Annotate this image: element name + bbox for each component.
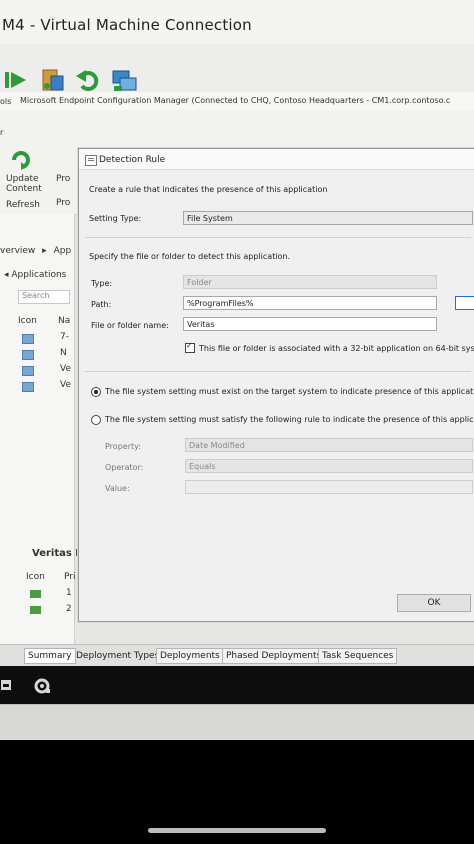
details-col-priority[interactable]: Pri xyxy=(64,572,75,582)
ribbon-tab[interactable]: r xyxy=(0,128,3,137)
32bit-checkbox-label: This file or folder is associated with a… xyxy=(199,344,474,353)
specify-text: Specify the file or folder to detect thi… xyxy=(89,252,291,261)
sccm-window-title: Microsoft Endpoint Configuration Manager… xyxy=(20,96,451,105)
application-icon xyxy=(22,382,34,392)
app-row-1[interactable]: 7- xyxy=(60,332,69,342)
applications-label: Applications xyxy=(11,270,67,280)
file-or-folder-name-input[interactable]: Veritas xyxy=(183,317,437,331)
value-input[interactable] xyxy=(185,480,473,494)
refresh-label[interactable]: Refresh xyxy=(6,200,40,210)
tab-phased-deployments[interactable]: Phased Deployments xyxy=(222,648,326,664)
col-name-header[interactable]: Na xyxy=(58,316,70,326)
property-label: Property: xyxy=(105,442,141,451)
vm-title-bar: M4 - Virtual Machine Connection xyxy=(0,0,474,44)
path-input[interactable]: %ProgramFiles% xyxy=(183,296,437,310)
application-icon xyxy=(22,366,34,376)
divider xyxy=(85,237,471,238)
breadcrumb-arrow-icon: ▸ xyxy=(42,246,47,256)
type-select[interactable]: Folder xyxy=(183,275,437,289)
enhanced-session-icon[interactable] xyxy=(110,66,138,94)
file-or-folder-name-label: File or folder name: xyxy=(91,321,169,330)
vm-window-title: M4 - Virtual Machine Connection xyxy=(2,16,252,34)
details-col-icon[interactable]: Icon xyxy=(26,572,45,582)
application-icon xyxy=(22,350,34,360)
app-row-2[interactable]: N xyxy=(60,348,67,358)
vm-toolbar xyxy=(0,44,474,93)
value-label: Value: xyxy=(105,484,130,493)
breadcrumb: verview ▸ App xyxy=(0,246,71,256)
breadcrumb-applications[interactable]: App xyxy=(54,246,72,256)
details-title: Veritas N xyxy=(32,548,84,559)
start-icon[interactable] xyxy=(2,66,30,94)
deployment-type-icon xyxy=(30,606,41,614)
vm-status-bar xyxy=(0,704,474,740)
32bit-checkbox[interactable] xyxy=(185,341,195,353)
deployment-type-icon xyxy=(30,590,41,598)
update-content-line1[interactable]: Update xyxy=(6,174,39,184)
col-icon-header[interactable]: Icon xyxy=(18,316,37,326)
exist-radio[interactable] xyxy=(91,387,101,397)
browse-button[interactable] xyxy=(455,296,474,310)
app-row-3[interactable]: Ve xyxy=(60,364,71,374)
tab-summary[interactable]: Summary xyxy=(24,648,76,664)
operator-select[interactable]: Equals xyxy=(185,459,473,473)
left-navigation-pane: verview ▸ App ◂ Applications Search Icon… xyxy=(0,214,84,659)
sccm-title-prefix: ols xyxy=(0,97,12,106)
application-icon xyxy=(22,334,34,344)
tab-deployment-types[interactable]: Deployment Types xyxy=(72,648,163,664)
tab-task-sequences[interactable]: Task Sequences xyxy=(318,648,398,664)
tab-deployments[interactable]: Deployments xyxy=(156,648,224,664)
applications-header: ◂ Applications xyxy=(4,270,66,280)
start-menu-icon[interactable] xyxy=(0,678,14,692)
setting-type-select[interactable]: File System xyxy=(183,211,473,225)
settings-gear-icon[interactable] xyxy=(32,676,52,696)
detection-rule-dialog: Detection Rule Create a rule that indica… xyxy=(78,148,474,622)
pro-label-1[interactable]: Pro xyxy=(56,174,70,184)
divider xyxy=(85,371,471,372)
app-row-4[interactable]: Ve xyxy=(60,380,71,390)
details-tab-strip: Summary Deployment Types Deployments Pha… xyxy=(0,644,474,667)
search-input[interactable]: Search xyxy=(18,290,70,304)
pro-label-2[interactable]: Pro xyxy=(56,198,70,208)
update-content-icon[interactable] xyxy=(10,148,32,170)
satisfy-rule-radio-label: The file system setting must satisfy the… xyxy=(105,415,474,424)
dialog-intro: Create a rule that indicates the presenc… xyxy=(89,185,328,194)
revert-icon[interactable] xyxy=(74,66,102,94)
setting-type-label: Setting Type: xyxy=(89,214,142,223)
path-label: Path: xyxy=(91,300,112,309)
save-state-icon[interactable] xyxy=(38,66,66,94)
vm-taskbar xyxy=(0,666,474,704)
property-select[interactable]: Date Modified xyxy=(185,438,473,452)
dialog-window-icon xyxy=(85,155,97,166)
home-indicator[interactable] xyxy=(148,828,326,833)
details-row-2[interactable]: 2 xyxy=(66,604,72,614)
operator-label: Operator: xyxy=(105,463,144,472)
dialog-title: Detection Rule xyxy=(99,155,166,165)
details-row-1[interactable]: 1 xyxy=(66,588,72,598)
satisfy-rule-radio[interactable] xyxy=(91,415,101,425)
ok-button[interactable]: OK xyxy=(397,594,471,612)
dialog-title-bar: Detection Rule xyxy=(79,149,474,170)
sccm-title-bar: ols Microsoft Endpoint Configuration Man… xyxy=(0,92,474,111)
breadcrumb-overview[interactable]: verview xyxy=(0,246,35,256)
type-label: Type: xyxy=(91,279,113,288)
exist-radio-label: The file system setting must exist on th… xyxy=(105,387,474,396)
vm-screen: M4 - Virtual Machine Connection ols Micr… xyxy=(0,0,474,740)
update-content-line2[interactable]: Content xyxy=(6,184,42,194)
